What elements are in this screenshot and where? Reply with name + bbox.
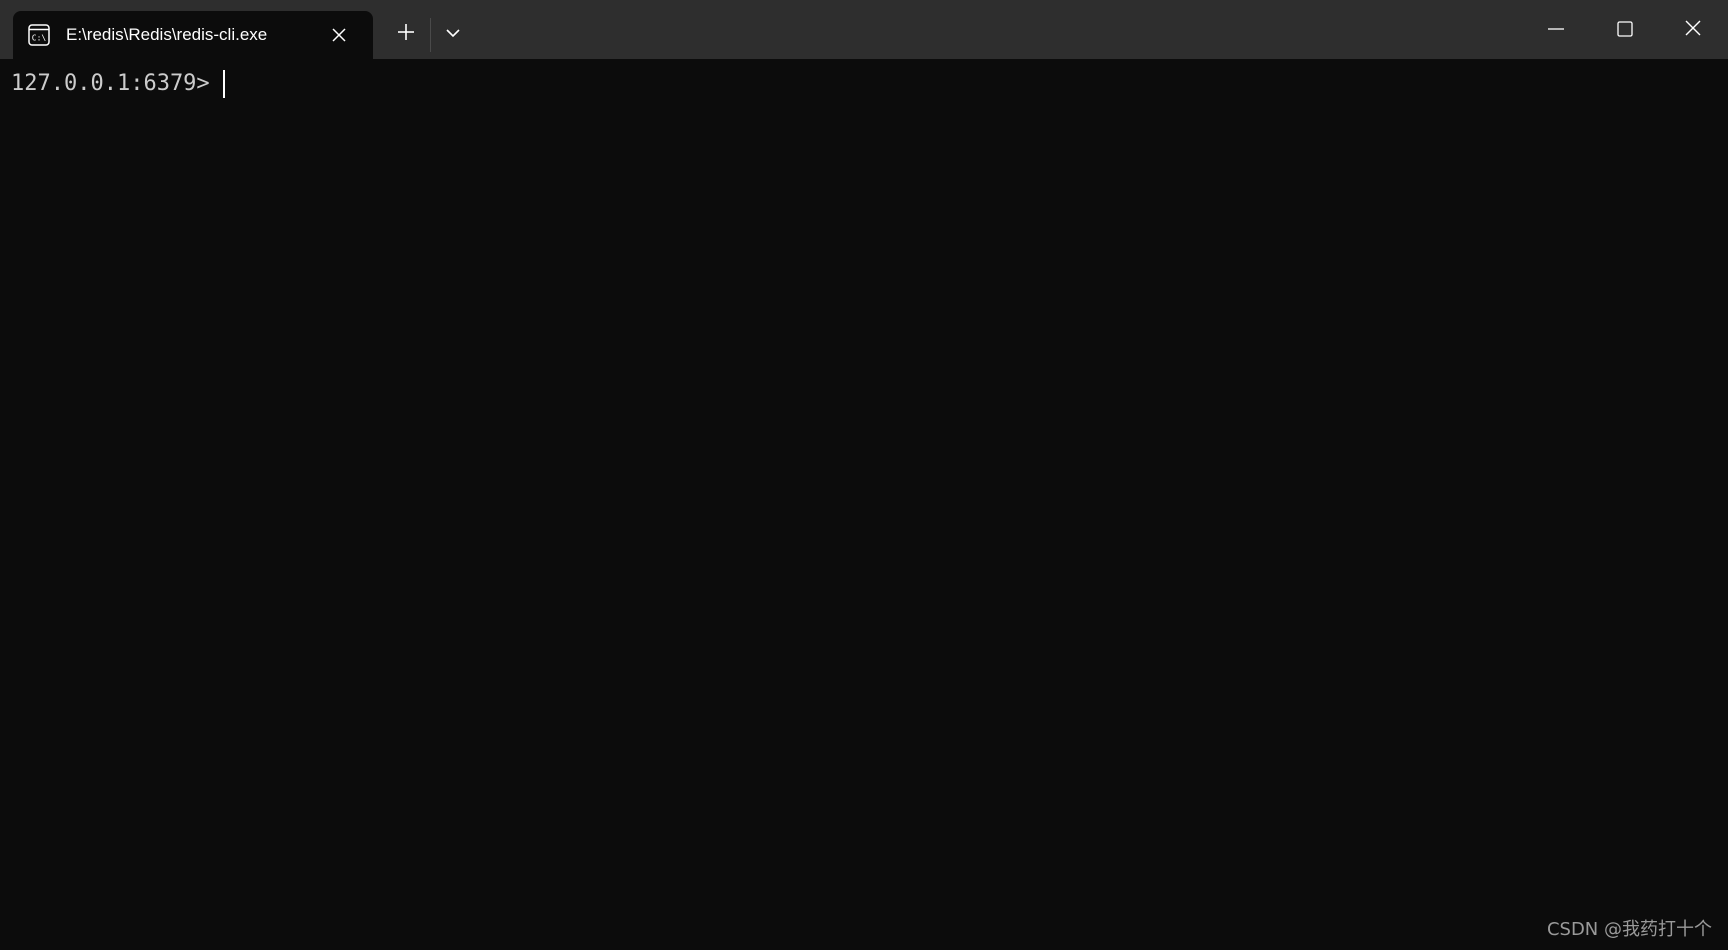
tab-title: E:\redis\Redis\redis-cli.exe bbox=[66, 25, 268, 44]
prompt-text: 127.0.0.1:6379> bbox=[11, 71, 210, 96]
svg-text:C:\: C:\ bbox=[32, 34, 47, 43]
tab-redis-cli[interactable]: C:\ E:\redis\Redis\redis-cli.exe bbox=[13, 11, 373, 59]
watermark: CSDN @我药打十个 bbox=[1546, 919, 1712, 940]
tab-divider bbox=[430, 18, 431, 52]
close-window-button[interactable] bbox=[1674, 10, 1714, 50]
terminal-window: C:\ E:\redis\Redis\redis-cli.exe 127.0.0… bbox=[0, 0, 1728, 950]
terminal-area[interactable]: 127.0.0.1:6379> CSDN @我药打十个 bbox=[0, 59, 1728, 950]
new-tab-button[interactable] bbox=[390, 16, 422, 48]
profiles-dropdown-button[interactable] bbox=[437, 16, 469, 48]
title-bar[interactable]: C:\ E:\redis\Redis\redis-cli.exe bbox=[0, 0, 1728, 59]
text-cursor bbox=[222, 70, 225, 98]
maximize-button[interactable] bbox=[1605, 10, 1645, 50]
tab-close-icon[interactable] bbox=[328, 24, 350, 46]
minimize-button[interactable] bbox=[1536, 10, 1576, 50]
prompt-line[interactable]: 127.0.0.1:6379> bbox=[11, 70, 225, 98]
console-icon: C:\ bbox=[28, 24, 50, 46]
